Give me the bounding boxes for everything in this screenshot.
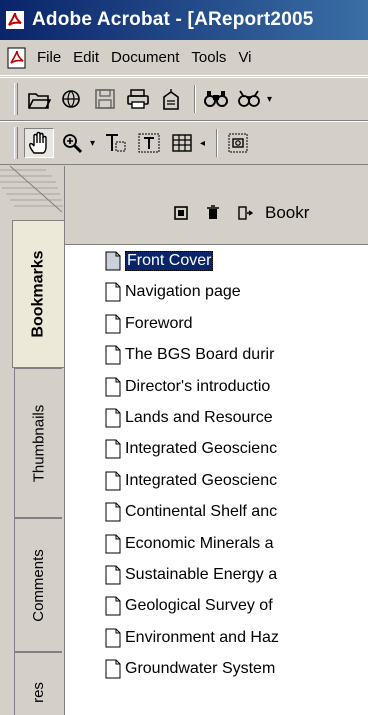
menu-file[interactable]: File (37, 49, 61, 66)
page-icon (105, 565, 121, 585)
bookmark-item[interactable]: Lands and Resource (105, 406, 273, 430)
bookmark-item[interactable]: Integrated Geoscienc (105, 437, 277, 461)
menu-document[interactable]: Document (111, 49, 179, 66)
page-icon (105, 596, 121, 616)
tab-signatures[interactable]: res (14, 652, 62, 715)
file-toolbar: ▾ (0, 77, 368, 121)
page-icon (105, 659, 121, 679)
bookmark-item[interactable]: Foreword (105, 312, 193, 336)
menu-bar: File Edit Document Tools Vi (0, 40, 368, 76)
table-select-icon[interactable] (167, 128, 197, 158)
bookmark-label: Foreword (125, 314, 193, 332)
column-select-icon[interactable] (134, 128, 164, 158)
chevron-down-icon[interactable]: ▾ (90, 138, 95, 149)
tab-bookmarks[interactable]: Bookmarks (12, 220, 64, 368)
bookmark-item[interactable]: Continental Shelf anc (105, 500, 277, 524)
bookmark-label: The BGS Board durir (125, 346, 275, 364)
save-icon[interactable] (90, 84, 120, 114)
snapshot-icon[interactable] (223, 128, 253, 158)
page-icon (105, 377, 121, 397)
bookmark-label: Geological Survey of (125, 597, 273, 615)
page-icon (105, 251, 121, 271)
menu-tools[interactable]: Tools (191, 49, 226, 66)
chevron-left-icon[interactable]: ◂ (200, 138, 205, 149)
print-icon[interactable] (123, 84, 153, 114)
bookmark-label: Economic Minerals a (125, 534, 274, 552)
bookmark-label: Integrated Geoscienc (125, 440, 278, 458)
toolbar-separator (216, 129, 219, 157)
expand-bookmark-icon[interactable] (233, 201, 257, 225)
tab-signatures-label: res (30, 681, 47, 703)
bookmark-item[interactable]: Integrated Geoscienc (105, 469, 277, 493)
bookmark-item[interactable]: Navigation page (105, 280, 241, 304)
tab-bookmarks-label: Bookmarks (29, 250, 47, 338)
bookmark-label: Director's introductio (125, 377, 271, 395)
bookmark-item[interactable]: Environment and Haz (105, 626, 279, 650)
search-icon[interactable] (201, 84, 231, 114)
navigation-pane: Bookmarks Thumbnails Comments res Bookr … (0, 166, 368, 715)
web-open-icon[interactable] (57, 84, 87, 114)
menu-edit[interactable]: Edit (73, 49, 99, 66)
search-web-icon[interactable] (234, 84, 264, 114)
acrobat-icon (4, 9, 26, 31)
page-icon (105, 534, 121, 554)
page-icon (105, 439, 121, 459)
hand-tool-icon[interactable] (24, 128, 54, 158)
bookmark-item[interactable]: Sustainable Energy a (105, 563, 277, 587)
title-bar: Adobe Acrobat - [AReport2005 (0, 0, 368, 40)
page-icon (105, 471, 121, 491)
bookmark-label: Groundwater System (125, 660, 276, 678)
bookmarks-panel: Bookr Front Cover Navigation page Foreword… (64, 166, 368, 715)
bookmark-list: Front Cover Navigation page Foreword The BG… (65, 244, 368, 715)
bookmark-label: Integrated Geoscienc (125, 471, 278, 489)
page-icon (105, 408, 121, 428)
page-icon (105, 314, 121, 334)
bookmark-item[interactable]: Economic Minerals a (105, 532, 274, 556)
bookmark-item[interactable]: Groundwater System (105, 657, 275, 681)
delete-bookmark-icon[interactable] (201, 201, 225, 225)
email-icon[interactable] (156, 84, 186, 114)
bookmarks-toolbar: Bookr (65, 194, 368, 232)
page-icon (105, 282, 121, 302)
text-select-icon[interactable] (101, 128, 131, 158)
tab-thumbnails-label: Thumbnails (30, 404, 48, 482)
bookmark-item[interactable]: The BGS Board durir (105, 343, 274, 367)
toolbar-grip[interactable] (14, 83, 18, 115)
bookmark-label: Front Cover (125, 251, 214, 271)
bookmark-item[interactable]: Front Cover (105, 249, 214, 273)
page-icon (105, 628, 121, 648)
open-icon[interactable] (24, 84, 54, 114)
tab-thumbnails[interactable]: Thumbnails (14, 368, 62, 518)
bookmark-label: Continental Shelf anc (125, 503, 278, 521)
panel-title: Bookr (265, 203, 310, 222)
tab-comments[interactable]: Comments (14, 518, 62, 652)
bookmark-label: Lands and Resource (125, 409, 273, 426)
toolbar-grip[interactable] (14, 127, 18, 159)
page-icon (105, 502, 121, 522)
bookmark-item[interactable]: Director's introductio (105, 375, 270, 399)
page-icon (105, 345, 121, 365)
tools-toolbar: ▾ ◂ (0, 121, 368, 165)
bookmark-label: Environment and Haz (125, 628, 279, 646)
document-menu-icon[interactable] (5, 46, 29, 70)
chevron-down-icon[interactable]: ▾ (267, 94, 272, 105)
window-title: Adobe Acrobat - [AReport2005 (32, 9, 314, 30)
bookmark-label: Navigation page (125, 283, 241, 301)
menu-view[interactable]: Vi (238, 49, 251, 66)
new-bookmark-icon[interactable] (169, 201, 193, 225)
bookmark-label: Sustainable Energy a (125, 566, 278, 583)
bookmark-item[interactable]: Geological Survey of (105, 594, 273, 618)
panel-corner-decoration (0, 166, 64, 213)
navigation-tabs: Bookmarks Thumbnails Comments res (0, 166, 64, 715)
toolbar-separator (194, 85, 196, 113)
tab-comments-label: Comments (30, 548, 47, 622)
zoom-tool-icon[interactable] (57, 128, 87, 158)
